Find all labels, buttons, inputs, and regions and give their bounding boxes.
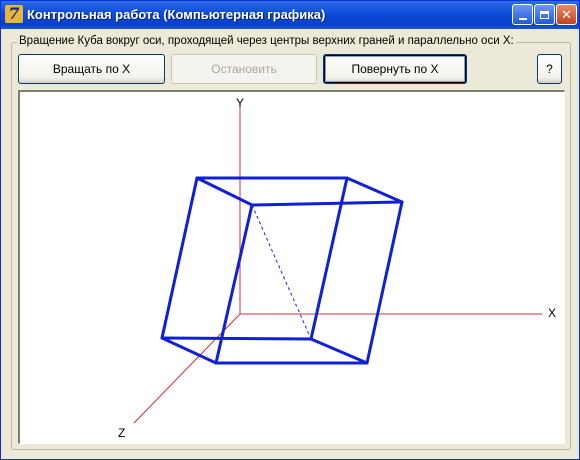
cube-edge (160, 336, 313, 341)
cube-edge (309, 337, 369, 365)
cube-edge (160, 176, 199, 340)
cube-hidden-edge (251, 204, 312, 340)
cube-edge (195, 176, 254, 207)
cube-edge (365, 200, 404, 365)
drawing-canvas: Y X Z (18, 90, 565, 444)
minimize-button[interactable] (512, 4, 533, 25)
group-caption: Вращение Куба вокруг оси, проходящей чер… (17, 35, 516, 47)
z-axis-label: Z (118, 426, 126, 440)
cube-edge (160, 336, 218, 365)
cube-edge (250, 200, 404, 207)
window-title: Контрольная работа (Компьютерная графика… (27, 7, 326, 22)
close-icon: ✕ (561, 6, 572, 22)
turn-x-button[interactable]: Повернуть по X (323, 54, 467, 84)
x-axis-label: X (548, 306, 557, 320)
app-icon: 7 (5, 5, 23, 23)
title-bar[interactable]: 7 Контрольная работа (Компьютерная графи… (1, 1, 579, 29)
rotate-x-button[interactable]: Вращать по X (18, 54, 165, 84)
maximize-icon (540, 10, 549, 19)
cube-scene (133, 106, 542, 424)
stop-button: Остановить (171, 54, 317, 84)
maximize-button[interactable] (534, 4, 555, 25)
app-window: 7 Контрольная работа (Компьютерная графи… (0, 0, 580, 460)
help-button[interactable]: ? (537, 54, 562, 84)
minimize-icon (518, 17, 527, 20)
cube-edge (345, 176, 404, 204)
close-button[interactable]: ✕ (556, 4, 577, 25)
y-axis-label: Y (236, 96, 245, 110)
